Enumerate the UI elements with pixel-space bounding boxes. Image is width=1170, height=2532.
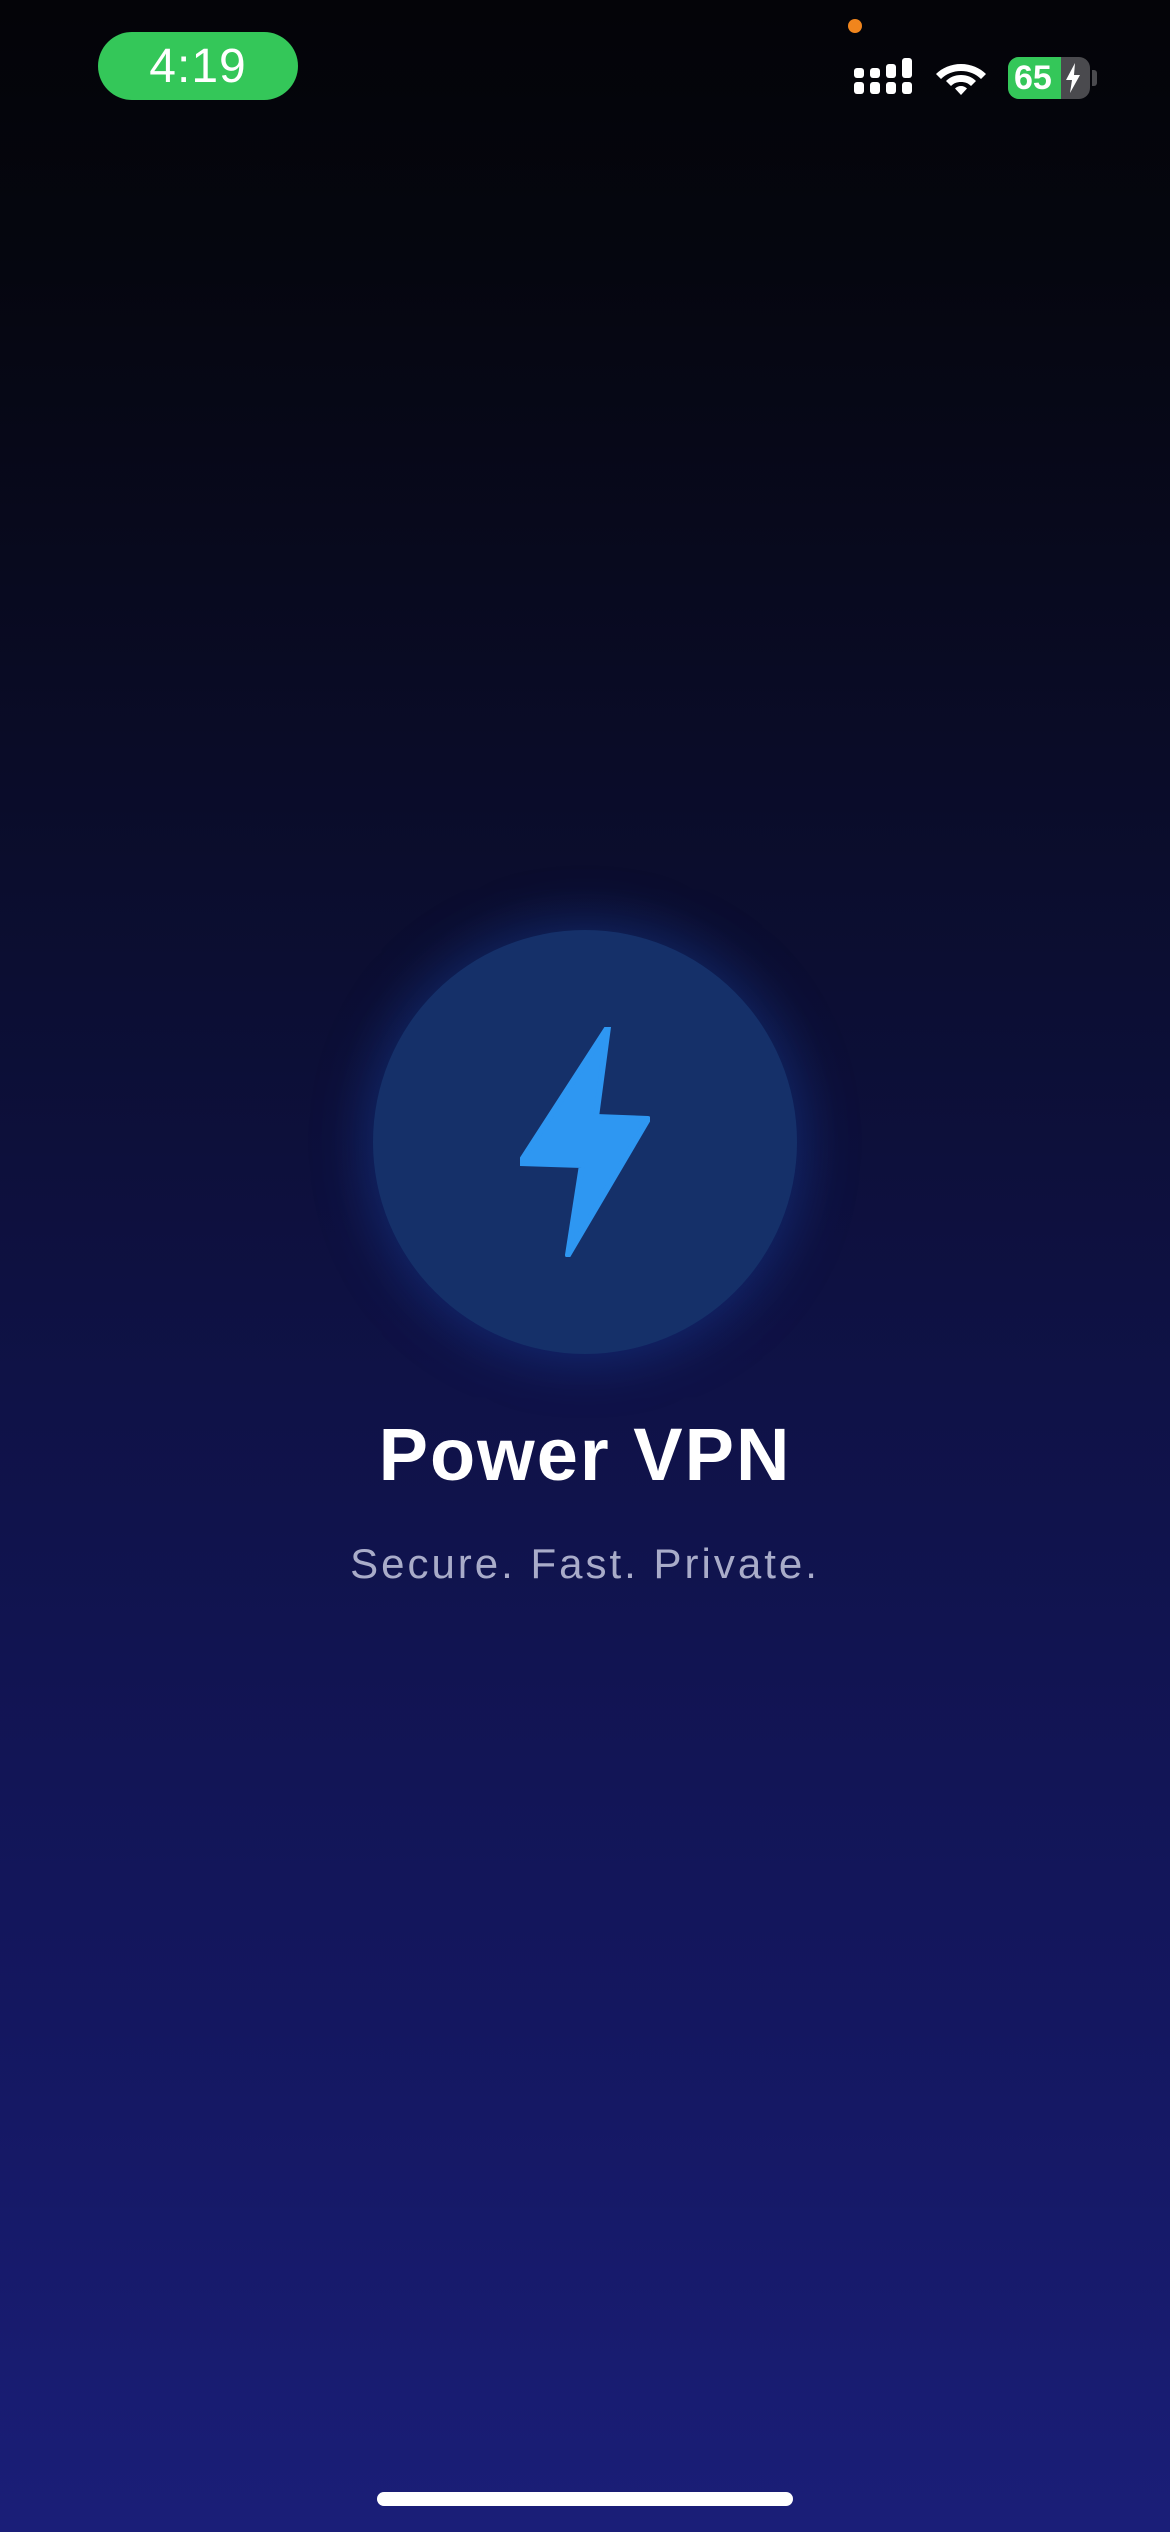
lightning-bolt-icon bbox=[520, 1027, 650, 1257]
app-title: Power VPN bbox=[378, 1413, 792, 1496]
charging-bolt-icon bbox=[1066, 63, 1080, 93]
battery-cap bbox=[1092, 70, 1097, 86]
status-time: 4:19 bbox=[149, 39, 247, 93]
wifi-icon bbox=[936, 64, 986, 95]
home-indicator[interactable] bbox=[377, 2492, 793, 2506]
battery-level: 65 bbox=[1014, 59, 1052, 97]
time-pill[interactable]: 4:19 bbox=[98, 32, 298, 100]
privacy-indicator-dot bbox=[848, 19, 862, 33]
app-tagline: Secure. Fast. Private. bbox=[350, 1540, 820, 1587]
status-bar: 4:19 65 bbox=[0, 0, 1170, 140]
signal-icon bbox=[854, 58, 912, 94]
battery-icon: 65 bbox=[1008, 57, 1090, 99]
